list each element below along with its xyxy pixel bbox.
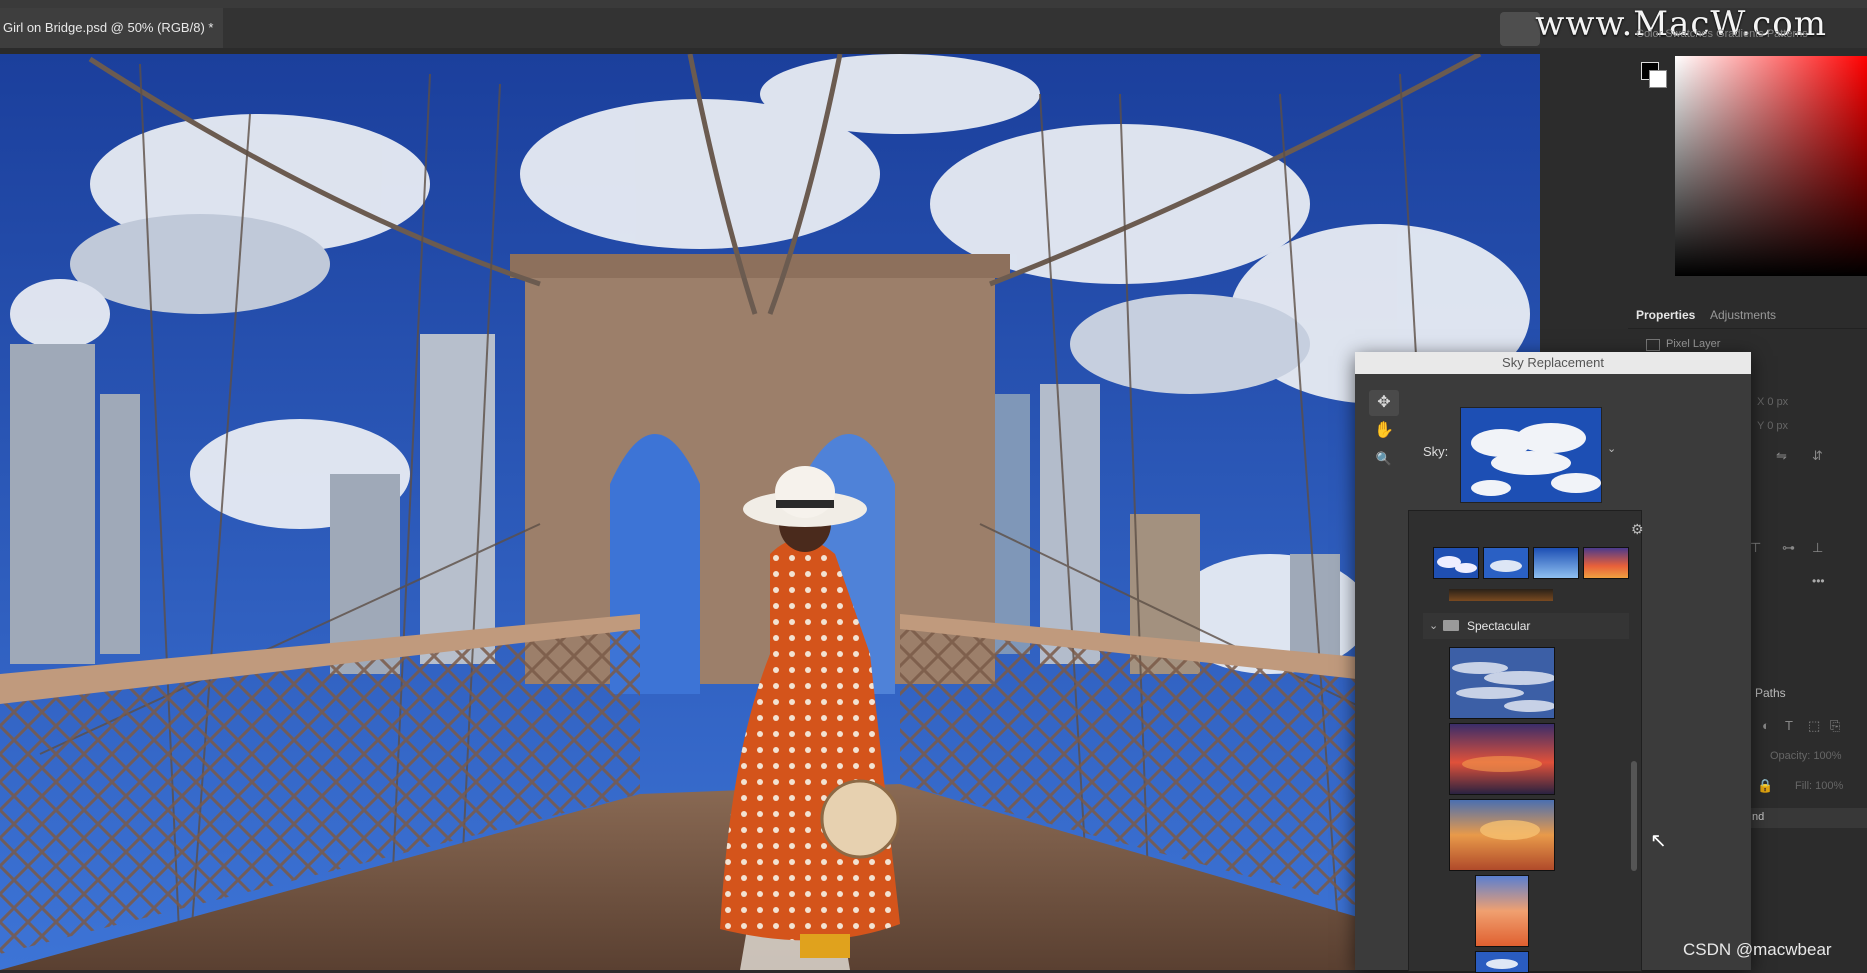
tab-adjustments[interactable]: Adjustments	[1710, 308, 1776, 322]
align-middle-icon[interactable]: ⊶	[1782, 540, 1795, 556]
lock-icon[interactable]: 🔒	[1757, 778, 1773, 794]
mouse-cursor-icon: ↖	[1650, 830, 1667, 852]
credit-watermark: CSDN @macwbear	[1683, 940, 1832, 959]
pixel-layer-icon	[1646, 339, 1660, 351]
sky-thumb[interactable]	[1449, 723, 1555, 795]
background-color-swatch[interactable]	[1649, 70, 1667, 88]
sky-preset-thumbnail[interactable]	[1460, 407, 1602, 503]
layer-filter-icon[interactable]: ◐	[1762, 718, 1770, 733]
watermark-logo	[1500, 12, 1540, 46]
fill-field[interactable]: Fill: 100%	[1795, 780, 1843, 792]
color-panel-tabs[interactable]: Color Swatches Gradients Patterns	[1636, 28, 1808, 40]
y-position-field[interactable]: Y 0 px	[1757, 420, 1788, 432]
dropdown-scrollbar[interactable]	[1631, 761, 1637, 871]
gear-icon[interactable]: ⚙	[1631, 521, 1644, 538]
layer-name: nd	[1752, 811, 1765, 823]
properties-panel-tabs: Properties Adjustments	[1628, 300, 1867, 329]
layer-row[interactable]	[1750, 808, 1867, 828]
sky-thumb[interactable]	[1533, 547, 1579, 579]
folder-icon	[1443, 620, 1459, 631]
document-tab[interactable]: Girl on Bridge.psd @ 50% (RGB/8) *	[0, 8, 224, 48]
sky-preset-dropdown: ⚙ ⌄ Spectacular	[1408, 510, 1644, 973]
hand-tool-icon[interactable]: ✋	[1369, 418, 1399, 444]
preset-folder-row[interactable]: ⌄ Spectacular	[1423, 613, 1629, 639]
pixel-layer-label: Pixel Layer	[1666, 338, 1721, 350]
sky-thumb[interactable]	[1433, 547, 1479, 579]
tab-properties[interactable]: Properties	[1636, 308, 1695, 322]
zoom-tool-icon[interactable]: 🔍	[1369, 446, 1399, 472]
type-filter-icon[interactable]: T	[1785, 718, 1793, 733]
folder-name: Spectacular	[1467, 619, 1531, 633]
document-canvas[interactable]	[0, 54, 1540, 970]
color-picker-field[interactable]	[1675, 56, 1867, 276]
sky-dropdown-chevron-icon[interactable]: ⌄	[1607, 442, 1616, 455]
sky-thumb[interactable]	[1483, 547, 1529, 579]
opacity-field[interactable]: Opacity: 100%	[1770, 750, 1842, 762]
sky-thumb[interactable]	[1583, 547, 1629, 579]
shape-filter-icon[interactable]: ⬚	[1808, 718, 1820, 734]
smart-object-filter-icon[interactable]: ⎘	[1830, 718, 1840, 734]
dialog-title[interactable]: Sky Replacement	[1355, 352, 1751, 374]
sky-label: Sky:	[1423, 444, 1449, 459]
flip-horizontal-icon[interactable]: ⇋	[1776, 448, 1787, 464]
sky-thumb[interactable]	[1449, 647, 1555, 719]
align-top-icon[interactable]: ⊤	[1750, 540, 1761, 556]
x-position-field[interactable]: X 0 px	[1757, 396, 1788, 408]
photo-girl-on-bridge	[0, 54, 1540, 970]
sky-thumb-partial[interactable]	[1449, 589, 1553, 601]
move-tool-icon[interactable]: ✥	[1369, 390, 1399, 416]
more-options-icon[interactable]: •••	[1812, 574, 1825, 588]
align-bottom-icon[interactable]: ⊥	[1812, 540, 1823, 556]
chevron-down-icon[interactable]: ⌄	[1429, 619, 1438, 632]
sky-thumb[interactable]	[1449, 799, 1555, 871]
sky-thumb[interactable]	[1475, 875, 1529, 947]
flip-vertical-icon[interactable]: ⇵	[1812, 448, 1823, 464]
paths-panel-tab[interactable]: Paths	[1755, 686, 1786, 700]
